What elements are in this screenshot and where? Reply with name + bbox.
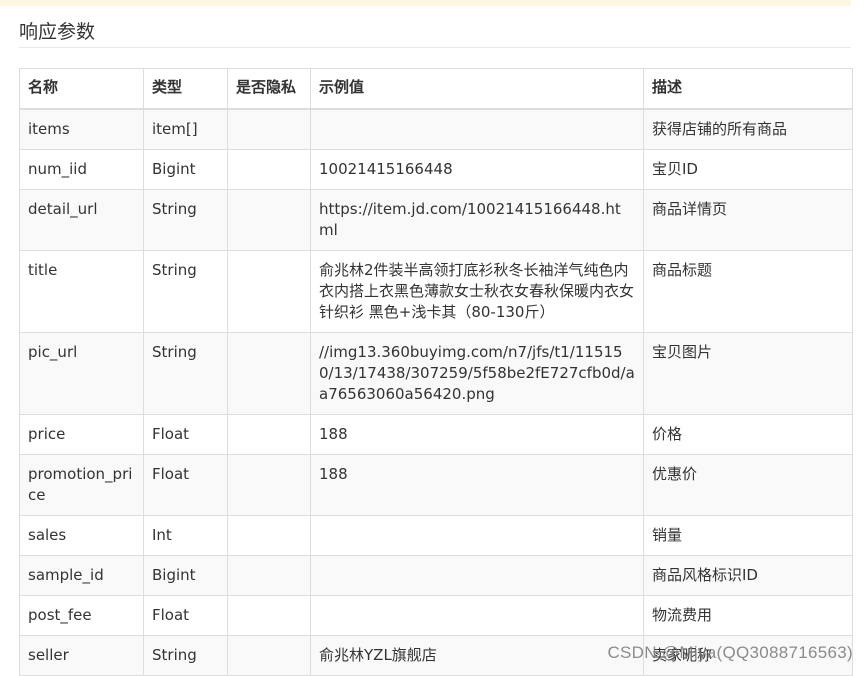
header-type: 类型 — [144, 69, 228, 110]
cell-description: 商品标题 — [644, 251, 853, 333]
cell-name: price — [20, 415, 144, 455]
cell-private — [228, 516, 311, 556]
cell-private — [228, 150, 311, 190]
header-description: 描述 — [644, 69, 853, 110]
cell-name: detail_url — [20, 190, 144, 251]
section-title: 响应参数 — [19, 18, 95, 46]
cell-private — [228, 636, 311, 676]
cell-name: sales — [20, 516, 144, 556]
cell-description: 优惠价 — [644, 455, 853, 516]
cell-private — [228, 455, 311, 516]
cell-private — [228, 251, 311, 333]
cell-example: 10021415166448 — [311, 150, 644, 190]
cell-type: String — [144, 333, 228, 415]
cell-type: Float — [144, 455, 228, 516]
cell-name: pic_url — [20, 333, 144, 415]
cell-example: https://item.jd.com/10021415166448.html — [311, 190, 644, 251]
table-row: promotion_price Float 188 优惠价 — [20, 455, 853, 516]
cell-name: seller — [20, 636, 144, 676]
cell-example: 俞兆林YZL旗舰店 — [311, 636, 644, 676]
cell-name: promotion_price — [20, 455, 144, 516]
cell-name: post_fee — [20, 596, 144, 636]
table-row: sales Int 销量 — [20, 516, 853, 556]
cell-private — [228, 109, 311, 150]
table-row: pic_url String //img13.360buyimg.com/n7/… — [20, 333, 853, 415]
cell-type: String — [144, 636, 228, 676]
cell-private — [228, 556, 311, 596]
top-notice-bar — [0, 0, 851, 6]
response-params-table: 名称 类型 是否隐私 示例值 描述 items item[] 获得店铺的所有商品… — [19, 68, 853, 676]
cell-example: 188 — [311, 415, 644, 455]
cell-type: String — [144, 190, 228, 251]
cell-private — [228, 415, 311, 455]
header-private: 是否隐私 — [228, 69, 311, 110]
header-name: 名称 — [20, 69, 144, 110]
cell-type: Int — [144, 516, 228, 556]
cell-example: 俞兆林2件装半高领打底衫秋冬长袖洋气纯色内衣内搭上衣黑色薄款女士秋衣女春秋保暖内… — [311, 251, 644, 333]
table-row: price Float 188 价格 — [20, 415, 853, 455]
cell-type: Bigint — [144, 556, 228, 596]
cell-example — [311, 109, 644, 150]
cell-type: Float — [144, 596, 228, 636]
table-row: items item[] 获得店铺的所有商品 — [20, 109, 853, 150]
cell-name: num_iid — [20, 150, 144, 190]
cell-description: 价格 — [644, 415, 853, 455]
cell-example: //img13.360buyimg.com/n7/jfs/t1/115150/1… — [311, 333, 644, 415]
cell-description: 销量 — [644, 516, 853, 556]
title-divider — [19, 47, 851, 48]
cell-name: title — [20, 251, 144, 333]
table-row: title String 俞兆林2件装半高领打底衫秋冬长袖洋气纯色内衣内搭上衣黑… — [20, 251, 853, 333]
cell-example — [311, 516, 644, 556]
cell-private — [228, 333, 311, 415]
header-example: 示例值 — [311, 69, 644, 110]
cell-type: item[] — [144, 109, 228, 150]
cell-description: 获得店铺的所有商品 — [644, 109, 853, 150]
table-row: detail_url String https://item.jd.com/10… — [20, 190, 853, 251]
table-header-row: 名称 类型 是否隐私 示例值 描述 — [20, 69, 853, 110]
cell-private — [228, 596, 311, 636]
cell-example — [311, 556, 644, 596]
csdn-watermark: CSDN @Miya(QQ3088716563) — [607, 643, 853, 663]
table-row: post_fee Float 物流费用 — [20, 596, 853, 636]
cell-type: Bigint — [144, 150, 228, 190]
cell-example: 188 — [311, 455, 644, 516]
cell-description: 宝贝ID — [644, 150, 853, 190]
cell-description: 宝贝图片 — [644, 333, 853, 415]
table-row: sample_id Bigint 商品风格标识ID — [20, 556, 853, 596]
cell-type: Float — [144, 415, 228, 455]
cell-description: 物流费用 — [644, 596, 853, 636]
cell-description: 商品详情页 — [644, 190, 853, 251]
cell-name: items — [20, 109, 144, 150]
cell-example — [311, 596, 644, 636]
cell-name: sample_id — [20, 556, 144, 596]
cell-private — [228, 190, 311, 251]
cell-description: 商品风格标识ID — [644, 556, 853, 596]
cell-type: String — [144, 251, 228, 333]
table-row: num_iid Bigint 10021415166448 宝贝ID — [20, 150, 853, 190]
